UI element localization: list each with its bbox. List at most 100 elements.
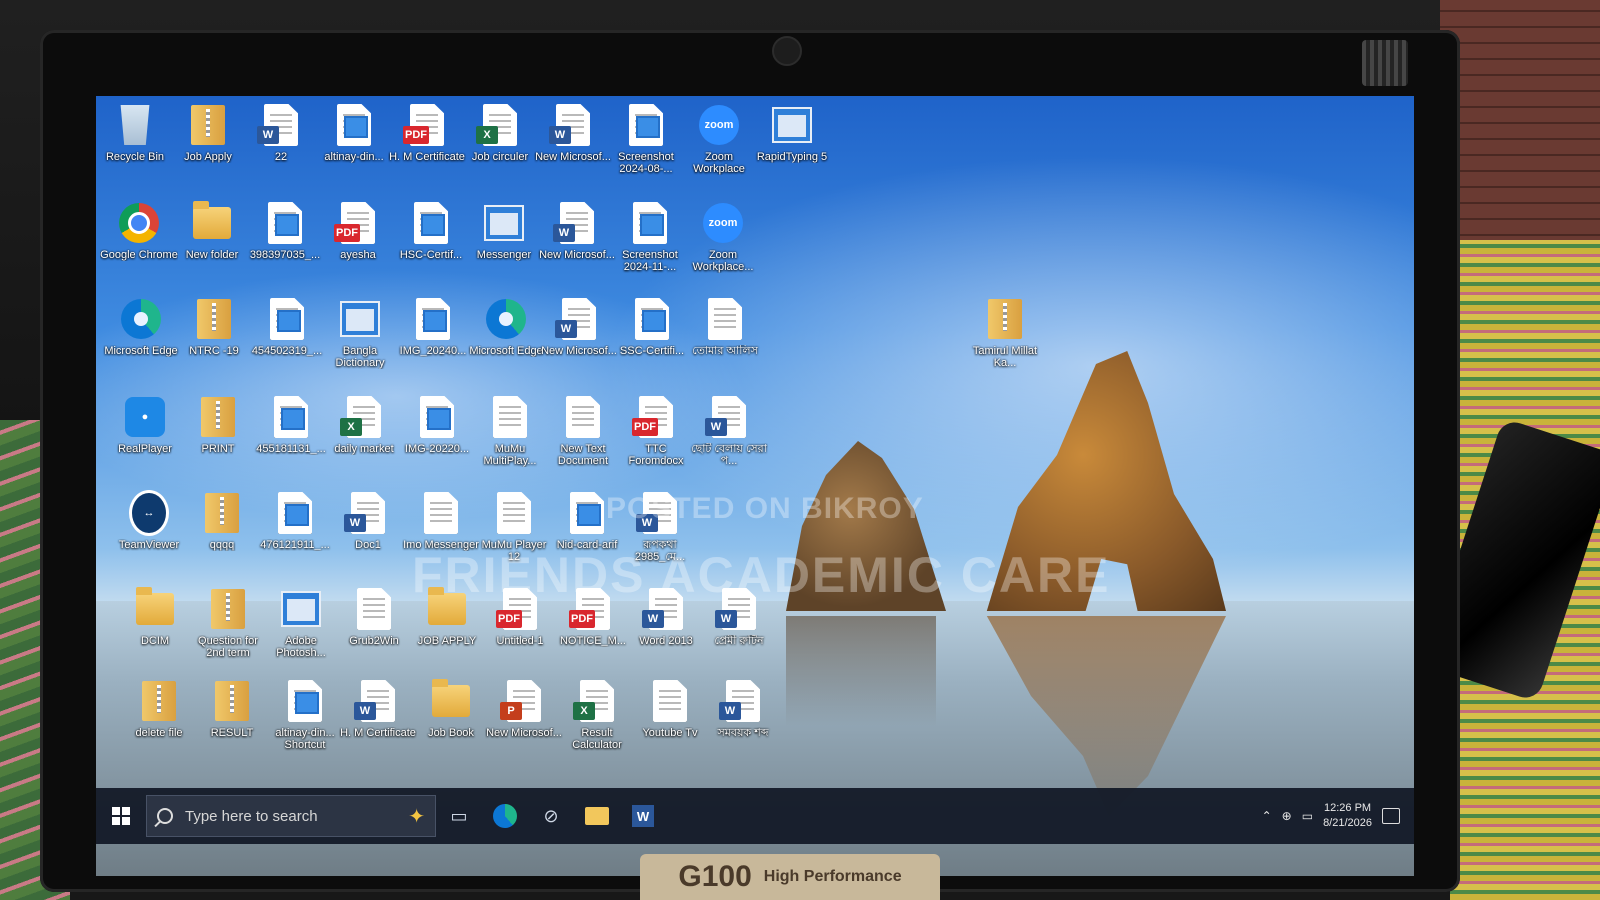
desktop-icon[interactable]: Imo Messenger — [402, 490, 480, 582]
desktop-icon[interactable]: Recycle Bin — [96, 102, 174, 194]
desktop-icon[interactable]: তোমার আলিস — [686, 296, 764, 388]
desktop-icon[interactable]: Xdaily market — [325, 394, 403, 486]
zip-folder-icon — [194, 296, 234, 342]
desktop-icon[interactable]: W রূপকথা 2985_মে... — [621, 490, 699, 582]
desktop-icon[interactable]: delete file — [120, 678, 198, 770]
desktop-icon[interactable]: PDF NOTICE_M... — [554, 586, 632, 678]
desktop-icon[interactable]: P New Microsof... — [485, 678, 563, 770]
img-file-icon — [275, 490, 315, 536]
desktop-icon[interactable]: qqqq — [183, 490, 261, 582]
desktop-icon[interactable]: PDF Untitled-1 — [481, 586, 559, 678]
desktop-icon[interactable]: zoom Zoom Workplace — [680, 102, 758, 194]
network-icon[interactable]: ⊕ — [1282, 809, 1292, 823]
task-view-button[interactable]: ▭ — [436, 788, 482, 844]
notification-icon[interactable] — [1382, 808, 1400, 824]
desktop-icon[interactable]: Youtube Tv — [631, 678, 709, 770]
battery-icon[interactable]: ▭ — [1302, 809, 1313, 823]
desktop-icon[interactable]: Screenshot 2024-11-... — [611, 200, 689, 292]
desktop-icon[interactable]: ● RealPlayer — [106, 394, 184, 486]
desktop-icon[interactable]: PRINT — [179, 394, 257, 486]
desktop-icon[interactable]: Adobe Photosh... — [262, 586, 340, 678]
ppt-file-icon: P — [500, 678, 544, 724]
desktop-icon-label: SSC-Certifi... — [619, 345, 685, 357]
desktop-icon[interactable]: 398397035_... — [246, 200, 324, 292]
clock[interactable]: 12:26 PM 8/21/2026 — [1323, 801, 1372, 831]
desktop-icon-label: Zoom Workplace — [693, 151, 745, 175]
desktop-icon[interactable]: Grub2Win — [335, 586, 413, 678]
desktop-icon[interactable]: 476121911_... — [256, 490, 334, 582]
desktop-icon[interactable]: Nid-card-arif — [548, 490, 626, 582]
desktop-icon-label: altinay-din... Shortcut — [275, 727, 335, 751]
desktop-icon[interactable]: W 22 — [242, 102, 320, 194]
desktop-icon[interactable]: 454502319_... — [248, 296, 326, 388]
desktop-icon[interactable]: 455181131_... — [252, 394, 330, 486]
desktop-icon[interactable]: NTRC -19 — [175, 296, 253, 388]
desktop-icon[interactable]: X Job circuler — [461, 102, 539, 194]
desktop-icon[interactable]: Job Book — [412, 678, 490, 770]
windows-logo-icon — [112, 807, 130, 825]
desktop-icon[interactable]: W সমবয়ক শব্দ — [704, 678, 782, 770]
desktop-icon-label: delete file — [135, 727, 183, 739]
desktop-icon-label: Job Book — [428, 727, 474, 739]
desktop-icon-label: Adobe Photosh... — [276, 635, 326, 659]
desktop-icon[interactable]: altinay-din... — [315, 102, 393, 194]
desktop-icon[interactable]: PDF H. M Certificate — [388, 102, 466, 194]
desktop-icon[interactable]: Job Apply — [169, 102, 247, 194]
desktop-icon[interactable]: W ছোট বেলায় সেরা প... — [690, 394, 768, 486]
taskbar-file-explorer[interactable] — [574, 788, 620, 844]
desktop-icon-label: Bangla Dictionary — [335, 345, 385, 369]
taskbar-search[interactable]: Type here to search ✦ — [146, 795, 436, 837]
desktop-icon[interactable]: W New Microsof... — [540, 296, 618, 388]
desktop-icon[interactable]: ↔ TeamViewer — [110, 490, 188, 582]
taskbar-edge[interactable] — [482, 788, 528, 844]
folder-icon — [427, 586, 467, 632]
desktop-icon[interactable]: IMG-20220... — [398, 394, 476, 486]
desktop-icon[interactable]: Messenger — [465, 200, 543, 292]
pdf-file-icon: PDF — [403, 102, 447, 148]
desktop-icon[interactable]: MuMu MultiPlay... — [471, 394, 549, 486]
desktop-icon[interactable]: MuMu Player 12 — [475, 490, 553, 582]
desktop-icon-label: qqqq — [209, 539, 235, 551]
chevron-up-icon[interactable]: ⌃ — [1262, 809, 1272, 823]
pdf-file-icon: PDF — [569, 586, 613, 632]
desktop-icon[interactable]: Microsoft Edge — [102, 296, 180, 388]
desktop-icon-label: Google Chrome — [100, 249, 178, 261]
desktop-icon[interactable]: RapidTyping 5 — [753, 102, 831, 194]
task-view-icon: ▭ — [450, 805, 468, 826]
desktop-icon[interactable]: SSC-Certifi... — [613, 296, 691, 388]
desktop-icon[interactable]: PDF TTC Foromdocx — [617, 394, 695, 486]
desktop-icon[interactable]: W প্রেমী রুটিন — [700, 586, 778, 678]
img-file-icon — [285, 678, 325, 724]
desktop-icon[interactable]: HSC-Certif... — [392, 200, 470, 292]
taskbar-word[interactable]: W — [620, 788, 666, 844]
desktop-icon[interactable]: Tamirul Millat Ka... — [966, 296, 1044, 388]
desktop-icon[interactable]: PDF ayesha — [319, 200, 397, 292]
desktop-icon[interactable]: IMG_20240... — [394, 296, 472, 388]
desktop-icon[interactable]: Screenshot 2024-08-... — [607, 102, 685, 194]
doc-file-icon — [421, 490, 461, 536]
desktop-icon[interactable]: Question for 2nd term — [189, 586, 267, 678]
desktop-icon[interactable]: X Result Calculator — [558, 678, 636, 770]
desktop-icon[interactable]: W New Microsof... — [538, 200, 616, 292]
desktop-icon[interactable]: New folder — [173, 200, 251, 292]
desktop-icon[interactable]: zoom Zoom Workplace... — [684, 200, 762, 292]
desktop-icon[interactable]: JOB APPLY — [408, 586, 486, 678]
desktop-icon[interactable]: W H. M Certificate — [339, 678, 417, 770]
desktop-icon[interactable]: Google Chrome — [100, 200, 178, 292]
start-button[interactable] — [96, 788, 146, 844]
desktop-icon-label: RESULT — [210, 727, 254, 739]
word-file-icon: W — [257, 102, 301, 148]
desktop-icon[interactable]: W New Microsof... — [534, 102, 612, 194]
desktop-icon[interactable]: Microsoft Edge — [467, 296, 545, 388]
desktop-icon-label: তোমার আলিস — [692, 345, 758, 357]
desktop-icon[interactable]: W Doc1 — [329, 490, 407, 582]
zip-folder-icon — [212, 678, 252, 724]
desktop-icon[interactable]: RESULT — [193, 678, 271, 770]
desktop-icon[interactable]: New Text Document — [544, 394, 622, 486]
desktop-icon[interactable]: DCIM — [116, 586, 194, 678]
desktop-icon[interactable]: Bangla Dictionary — [321, 296, 399, 388]
taskbar-app[interactable]: ⊘ — [528, 788, 574, 844]
desktop-icon[interactable]: W Word 2013 — [627, 586, 705, 678]
desktop-icon[interactable]: altinay-din... Shortcut — [266, 678, 344, 770]
desktop-icon-label: MuMu MultiPlay... — [483, 443, 537, 467]
